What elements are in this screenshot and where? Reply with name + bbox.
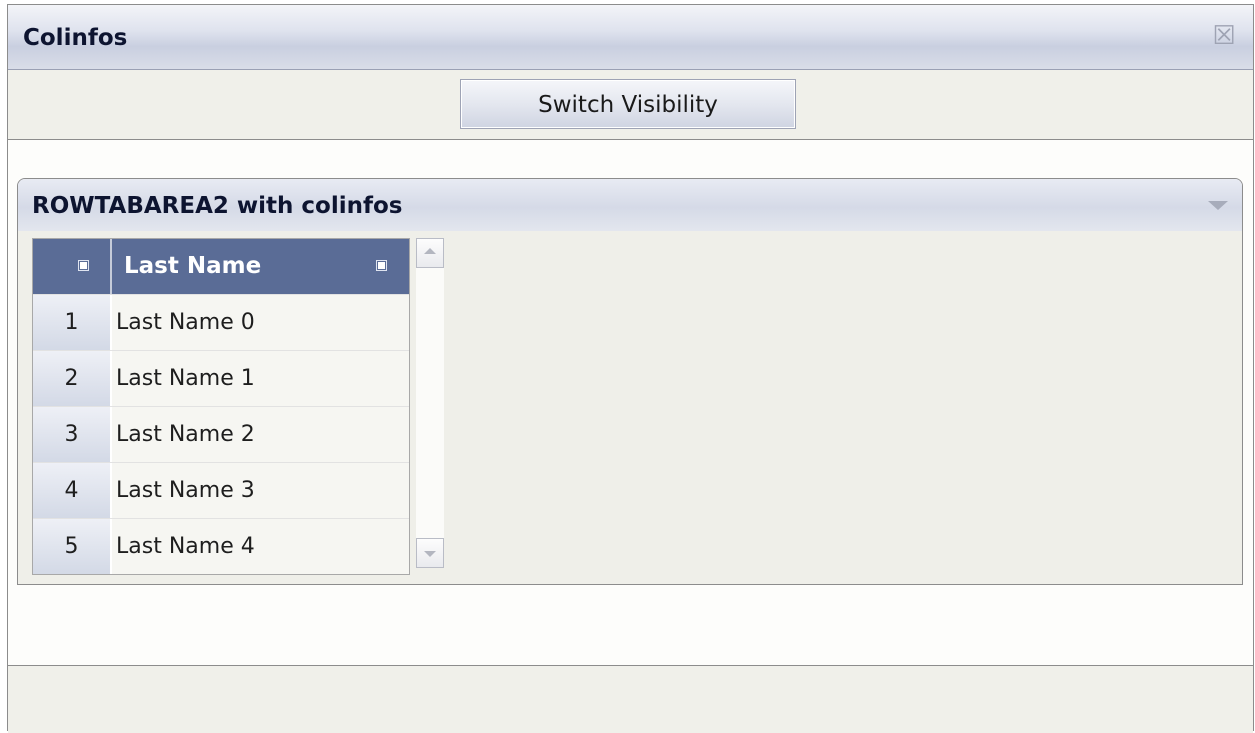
table-row[interactable]: 5 Last Name 4 [33, 518, 409, 574]
row-number[interactable]: 3 [33, 407, 112, 462]
last-name-cell[interactable]: Last Name 0 [112, 295, 409, 350]
scroll-down-button[interactable] [416, 538, 444, 568]
toolbar: Switch Visibility [8, 70, 1253, 140]
last-name-cell[interactable]: Last Name 2 [112, 407, 409, 462]
window-titlebar: Colinfos ☒ [8, 5, 1253, 70]
content-area: ROWTABAREA2 with colinfos Last Name 1 La… [8, 140, 1253, 665]
last-name-grid: Last Name 1 Last Name 0 2 Last Name 1 3 … [32, 238, 410, 575]
last-name-cell[interactable]: Last Name 4 [112, 519, 409, 574]
switch-visibility-button[interactable]: Switch Visibility [460, 79, 796, 129]
row-number[interactable]: 4 [33, 463, 112, 518]
close-icon[interactable]: ☒ [1211, 23, 1237, 49]
row-number[interactable]: 2 [33, 351, 112, 406]
table-row[interactable]: 1 Last Name 0 [33, 294, 409, 350]
column-header-label: Last Name [124, 253, 262, 279]
last-name-cell[interactable]: Last Name 1 [112, 351, 409, 406]
scroll-up-button[interactable] [416, 238, 444, 268]
rowtabarea: ROWTABAREA2 with colinfos Last Name 1 La… [17, 178, 1243, 585]
table-row[interactable]: 3 Last Name 2 [33, 406, 409, 462]
colinfos-window: Colinfos ☒ Switch Visibility ROWTABAREA2… [7, 4, 1254, 733]
column-info-icon[interactable] [78, 260, 89, 271]
table-row[interactable]: 4 Last Name 3 [33, 462, 409, 518]
row-number[interactable]: 1 [33, 295, 112, 350]
column-header-rownum[interactable] [33, 239, 112, 294]
grid-header: Last Name [33, 239, 409, 294]
window-footer [8, 665, 1253, 733]
row-number[interactable]: 5 [33, 519, 112, 574]
last-name-cell[interactable]: Last Name 3 [112, 463, 409, 518]
chevron-down-icon[interactable] [1208, 201, 1228, 210]
scrollbar-track[interactable] [416, 268, 444, 538]
table-row[interactable]: 2 Last Name 1 [33, 350, 409, 406]
rowarea-title: ROWTABAREA2 with colinfos [32, 193, 403, 219]
window-title: Colinfos [23, 25, 128, 51]
rowarea-header[interactable]: ROWTABAREA2 with colinfos [18, 179, 1242, 231]
column-info-icon[interactable] [376, 260, 387, 271]
column-header-last-name[interactable]: Last Name [112, 239, 409, 294]
